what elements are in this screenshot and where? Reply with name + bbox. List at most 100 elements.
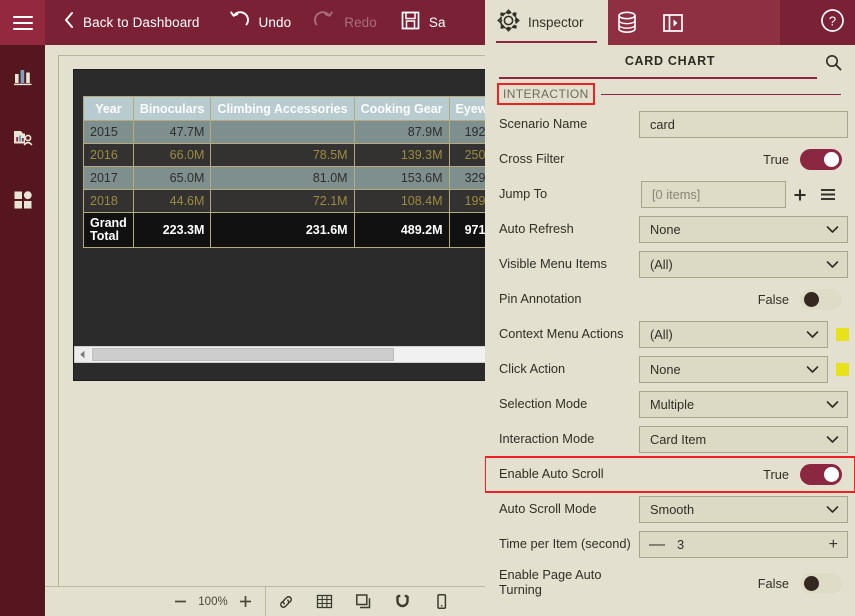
duplicate-icon[interactable] bbox=[344, 588, 383, 616]
enable-auto-scroll-toggle[interactable] bbox=[800, 464, 842, 485]
time-per-item-increment[interactable]: + bbox=[829, 536, 838, 553]
caret-left-icon[interactable] bbox=[75, 347, 90, 362]
link-icon[interactable] bbox=[266, 588, 305, 616]
magnet-icon[interactable] bbox=[383, 588, 422, 616]
click-action-swatch[interactable] bbox=[836, 363, 849, 376]
hamburger-icon[interactable] bbox=[0, 0, 45, 45]
help-button[interactable]: ? bbox=[810, 0, 855, 45]
canvas-area: Year Binoculars Climbing Accessories Coo… bbox=[45, 45, 514, 616]
jump-to-add-button[interactable] bbox=[786, 181, 814, 208]
auto-refresh-select[interactable]: None bbox=[639, 216, 848, 243]
design-surface[interactable]: Year Binoculars Climbing Accessories Coo… bbox=[58, 55, 514, 591]
table-row[interactable]: 2016 66.0M 78.5M 139.3M 250.7M bbox=[83, 143, 514, 167]
cross-filter-toggle[interactable] bbox=[800, 149, 842, 170]
auto-scroll-mode-select[interactable]: Smooth bbox=[639, 496, 848, 523]
scenario-name-input[interactable]: card bbox=[639, 111, 848, 138]
cell-value: 65.0M bbox=[132, 166, 212, 190]
back-to-dashboard-button[interactable]: Back to Dashboard bbox=[45, 0, 200, 45]
chart-user-icon bbox=[11, 126, 35, 155]
jump-to-input[interactable]: [0 items] bbox=[641, 181, 786, 208]
property-row-cross-filter: Cross Filter True bbox=[485, 142, 855, 177]
enable-page-auto-turning-control: False bbox=[758, 572, 842, 594]
zoom-control: 100% bbox=[161, 586, 266, 616]
interaction-mode-select[interactable]: Card Item bbox=[639, 426, 848, 453]
rail-item-charts[interactable] bbox=[0, 47, 45, 109]
enable-auto-scroll-value: True bbox=[763, 467, 789, 482]
column-header-year[interactable]: Year bbox=[83, 96, 134, 121]
column-header-cooking[interactable]: Cooking Gear bbox=[353, 96, 450, 121]
zoom-in-button[interactable] bbox=[232, 588, 259, 616]
pin-annotation-toggle[interactable] bbox=[800, 289, 842, 310]
card-chart-widget[interactable]: Year Binoculars Climbing Accessories Coo… bbox=[73, 69, 514, 381]
label-context-menu-actions: Context Menu Actions bbox=[499, 326, 624, 342]
zoom-out-button[interactable] bbox=[167, 588, 194, 616]
label-jump-to: Jump To bbox=[499, 186, 548, 202]
label-enable-page-auto-turning: Enable Page Auto Turning bbox=[499, 567, 602, 597]
property-row-auto-scroll-mode: Auto Scroll Mode Smooth bbox=[485, 492, 855, 527]
bar-chart-icon bbox=[11, 64, 35, 93]
tab-inspector[interactable]: Inspector bbox=[485, 0, 608, 45]
horizontal-scrollbar[interactable] bbox=[74, 346, 504, 363]
toolbar-right-group bbox=[608, 0, 780, 45]
table-header-row: Year Binoculars Climbing Accessories Coo… bbox=[83, 96, 514, 121]
pivot-table-container: Year Binoculars Climbing Accessories Coo… bbox=[83, 96, 514, 249]
panel-split-icon[interactable] bbox=[654, 0, 692, 45]
interaction-mode-value: Card Item bbox=[650, 432, 707, 447]
cell-value: 72.1M bbox=[210, 189, 355, 213]
cross-filter-value: True bbox=[763, 152, 789, 167]
time-per-item-value: 3 bbox=[677, 537, 685, 552]
scrollbar-track[interactable] bbox=[90, 347, 503, 362]
table-row[interactable]: 2015 47.7M 87.9M 192.3M bbox=[83, 120, 514, 144]
click-action-select[interactable]: None bbox=[639, 356, 828, 383]
top-toolbar: Back to Dashboard Undo Redo Sa ? Inspect… bbox=[0, 0, 855, 45]
property-row-time-per-item: Time per Item (second) — 3 + bbox=[485, 527, 855, 562]
cell-total: 489.2M bbox=[353, 211, 450, 249]
search-icon[interactable] bbox=[825, 54, 842, 76]
label-scenario-name: Scenario Name bbox=[499, 116, 588, 132]
table-body: 2015 47.7M 87.9M 192.3M 2016 66.0M 78.5M bbox=[83, 120, 514, 249]
grid-icon[interactable] bbox=[305, 588, 344, 616]
database-icon[interactable] bbox=[608, 0, 646, 45]
column-header-climbing[interactable]: Climbing Accessories bbox=[210, 96, 355, 121]
toggle-knob bbox=[824, 467, 839, 482]
toggle-knob bbox=[824, 152, 839, 167]
undo-button[interactable]: Undo bbox=[228, 0, 292, 45]
time-per-item-decrement[interactable]: — bbox=[649, 536, 665, 553]
scrollbar-thumb[interactable] bbox=[92, 348, 394, 361]
rail-item-audience[interactable] bbox=[0, 109, 45, 171]
bottom-toolbar: 100% bbox=[45, 586, 485, 616]
mobile-icon[interactable] bbox=[422, 588, 461, 616]
save-button[interactable]: Sa bbox=[401, 0, 446, 45]
label-time-per-item: Time per Item (second) bbox=[499, 536, 631, 552]
cell-year: 2017 bbox=[83, 166, 134, 190]
undo-label: Undo bbox=[258, 15, 292, 30]
jump-to-list-button[interactable] bbox=[814, 181, 842, 208]
label-interaction-mode: Interaction Mode bbox=[499, 431, 595, 447]
table-row-grand-total[interactable]: Grand Total 223.3M 231.6M 489.2M 971.6M bbox=[83, 211, 514, 249]
cell-value bbox=[210, 120, 355, 144]
rail-item-widgets[interactable] bbox=[0, 171, 45, 233]
context-menu-actions-select[interactable]: (All) bbox=[639, 321, 828, 348]
enable-page-auto-turning-toggle[interactable] bbox=[800, 572, 842, 594]
redo-icon bbox=[313, 9, 335, 36]
toggle-knob bbox=[804, 292, 819, 307]
table-row[interactable]: 2017 65.0M 81.0M 153.6M 329.2M bbox=[83, 166, 514, 190]
visible-menu-items-select[interactable]: (All) bbox=[639, 251, 848, 278]
table-row[interactable]: 2018 44.6M 72.1M 108.4M 199.4M bbox=[83, 189, 514, 213]
left-rail bbox=[0, 45, 45, 616]
column-header-binoculars[interactable]: Binoculars bbox=[132, 96, 212, 121]
cell-value: 108.4M bbox=[353, 189, 450, 213]
cell-year: 2015 bbox=[83, 120, 134, 144]
redo-button[interactable]: Redo bbox=[313, 0, 377, 45]
context-menu-actions-swatch[interactable] bbox=[836, 328, 849, 341]
selection-mode-select[interactable]: Multiple bbox=[639, 391, 848, 418]
selection-mode-value: Multiple bbox=[650, 397, 695, 412]
cell-value: 44.6M bbox=[132, 189, 212, 213]
property-row-enable-page-auto-turning: Enable Page Auto Turning False bbox=[485, 562, 855, 604]
cell-value: 47.7M bbox=[132, 120, 212, 144]
property-row-click-action: Click Action None bbox=[485, 352, 855, 387]
cell-value: 81.0M bbox=[210, 166, 355, 190]
cell-year: 2018 bbox=[83, 189, 134, 213]
chevron-down-icon bbox=[826, 222, 839, 237]
label-cross-filter: Cross Filter bbox=[499, 151, 565, 167]
